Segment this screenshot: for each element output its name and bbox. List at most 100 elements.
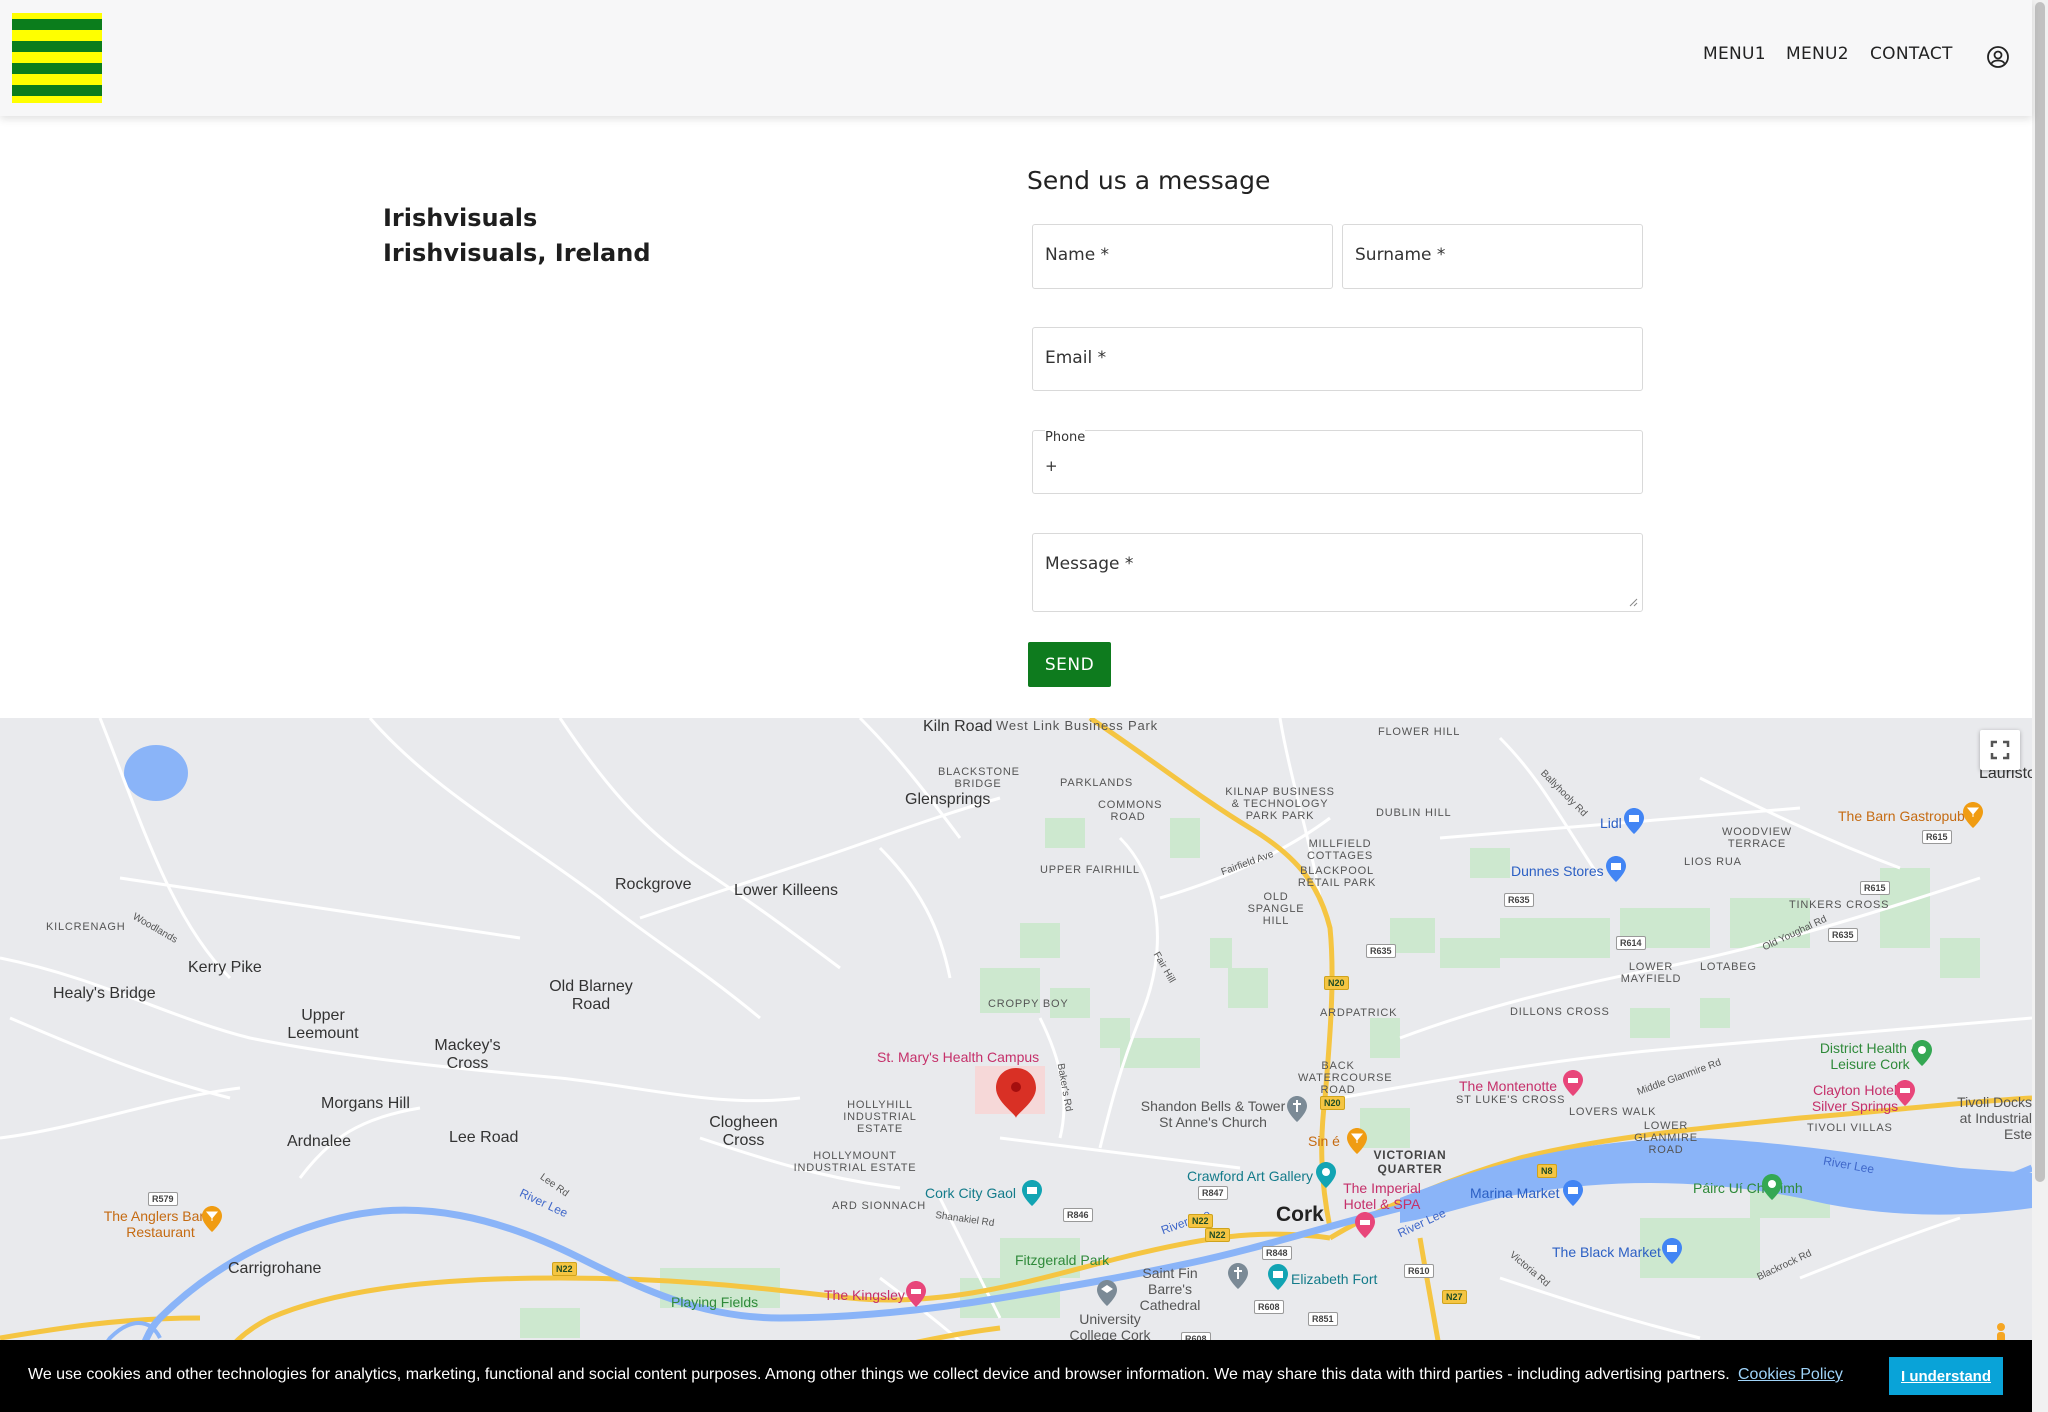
fullscreen-icon (1990, 740, 2010, 760)
map-poi-label[interactable]: Crawford Art Gallery (1187, 1168, 1313, 1184)
hotel-icon[interactable] (1563, 1070, 1583, 1096)
map-label: ARDPATRICK (1320, 1007, 1398, 1019)
map-poi-label[interactable]: The Kingsley (824, 1287, 905, 1303)
road-shield: N22 (552, 1262, 577, 1276)
phone-value: + (1045, 457, 1058, 475)
nav-contact[interactable]: CONTACT (1870, 44, 1953, 64)
shopping-bag-icon[interactable] (1606, 856, 1626, 882)
stadium-icon[interactable] (1762, 1174, 1782, 1200)
road-shield: R610 (1404, 1264, 1434, 1278)
map-label: KILNAP BUSINESS & TECHNOLOGY PARK PARK (1225, 786, 1335, 822)
bar-icon[interactable] (202, 1206, 222, 1232)
map-label: Healy's Bridge (53, 985, 156, 1002)
shopping-cart-icon[interactable] (1624, 808, 1644, 834)
map-poi-label[interactable]: The Montenotte (1459, 1078, 1557, 1094)
map-label: Upper Leemount (287, 1007, 359, 1042)
leisure-icon[interactable] (1912, 1040, 1932, 1066)
church-icon[interactable] (1287, 1096, 1307, 1122)
page-scrollbar[interactable] (2032, 0, 2048, 1412)
map-label: LOWER MAYFIELD (1620, 961, 1682, 985)
resize-grip-icon[interactable] (1628, 597, 1638, 607)
email-field[interactable]: Email * (1032, 327, 1643, 391)
road-shield: N22 (1188, 1214, 1213, 1228)
map-poi-label[interactable]: University College Cork (1060, 1311, 1160, 1343)
map-poi-label[interactable]: The Barn Gastropub (1838, 808, 1965, 824)
map-poi-label[interactable]: Lidl (1600, 815, 1622, 831)
cookie-message: We use cookies and other technologies fo… (28, 1366, 1730, 1383)
map-label: DILLONS CROSS (1510, 1006, 1610, 1018)
map-poi-label[interactable]: Playing Fields (671, 1294, 758, 1310)
museum-icon[interactable] (1022, 1180, 1042, 1206)
gallery-icon[interactable] (1316, 1162, 1336, 1188)
send-button[interactable]: SEND (1028, 642, 1111, 687)
map-label: COMMONS ROAD (1098, 799, 1163, 823)
map-label: VICTORIAN QUARTER (1373, 1148, 1447, 1176)
bar-icon[interactable] (1347, 1128, 1367, 1154)
church-icon[interactable] (1228, 1263, 1248, 1289)
map-poi-label[interactable]: Fitzgerald Park (1015, 1252, 1109, 1268)
name-field[interactable]: Name * (1032, 224, 1333, 289)
map-poi-label[interactable]: Sin é (1308, 1133, 1340, 1149)
hotel-icon[interactable] (1895, 1080, 1915, 1106)
surname-field[interactable]: Surname * (1342, 224, 1643, 289)
map-poi-label[interactable]: Cork City Gaol (925, 1185, 1016, 1201)
map-label: UPPER FAIRHILL (1040, 864, 1140, 876)
nav-menu2[interactable]: MENU2 (1786, 44, 1849, 64)
map-poi-label[interactable]: Tivoli Docks at Industrial Este (1952, 1094, 2032, 1142)
map-label: Rockgrove (615, 876, 692, 893)
user-account-icon[interactable] (1986, 45, 2010, 69)
map-poi-label[interactable]: The Black Market (1552, 1244, 1661, 1260)
map-poi-label[interactable]: The Imperial Hotel & SPA (1337, 1180, 1427, 1212)
hotel-icon[interactable] (1355, 1212, 1375, 1238)
road-shield: R614 (1616, 936, 1646, 950)
map-label: FLOWER HILL (1378, 726, 1461, 738)
hotel-icon[interactable] (906, 1281, 926, 1307)
cookie-accept-button[interactable]: I understand (1889, 1357, 2003, 1395)
site-header: MENU1 MENU2 CONTACT (0, 0, 2032, 116)
road-shield: R848 (1262, 1246, 1292, 1260)
location-map[interactable]: Kiln Road Glensprings Rockgrove Lower Ki… (0, 718, 2032, 1412)
map-poi-label[interactable]: Shandon Bells & Tower St Anne's Church (1138, 1098, 1288, 1130)
road-shield: R846 (1063, 1208, 1093, 1222)
road-shield: N27 (1442, 1290, 1467, 1304)
site-logo[interactable] (12, 13, 102, 103)
road-shield: N8 (1537, 1164, 1557, 1178)
map-poi-label[interactable]: Clayton Hotel Silver Springs (1805, 1082, 1905, 1114)
shopping-icon[interactable] (1563, 1180, 1583, 1206)
bar-icon[interactable] (1963, 802, 1983, 828)
map-label: West Link Business Park (996, 718, 1158, 733)
map-label: PARKLANDS (1060, 777, 1134, 789)
email-placeholder: Email * (1045, 348, 1107, 368)
nav-menu1[interactable]: MENU1 (1703, 44, 1766, 64)
map-poi-label[interactable]: Páirc Uí Chaoimh (1693, 1180, 1803, 1196)
shopping-icon[interactable] (1662, 1238, 1682, 1264)
map-label: Lee Road (449, 1129, 519, 1146)
map-label: KILCRENAGH (46, 921, 126, 933)
map-poi-label[interactable]: Marina Market (1470, 1185, 1559, 1201)
cookies-policy-link[interactable]: Cookies Policy (1738, 1366, 1843, 1384)
road-shield: R615 (1860, 881, 1890, 895)
fort-icon[interactable] (1268, 1264, 1288, 1290)
map-label: Clogheen Cross (709, 1114, 778, 1149)
map-label: LIOS RUA (1684, 856, 1742, 868)
map-label: Mackey's Cross (434, 1037, 501, 1072)
map-label: DUBLIN HILL (1376, 807, 1452, 819)
road-shield: R847 (1198, 1186, 1228, 1200)
map-poi-label[interactable]: District Health & Leisure Cork (1815, 1040, 1925, 1072)
map-label: Lower Killeens (734, 882, 839, 899)
map-label: LOTABEG (1700, 961, 1757, 973)
phone-label: Phone (1045, 430, 1086, 445)
map-poi-label[interactable]: Saint Fin Barre's Cathedral (1120, 1265, 1220, 1313)
phone-field[interactable]: Phone + (1032, 430, 1643, 494)
map-label: TIVOLI VILLAS (1807, 1122, 1893, 1134)
company-name: Irishvisuals (383, 204, 538, 232)
road-shield: R635 (1366, 944, 1396, 958)
scrollbar-thumb[interactable] (2035, 2, 2045, 1182)
map-poi-label[interactable]: Dunnes Stores (1511, 863, 1604, 879)
map-fullscreen-button[interactable] (1980, 730, 2020, 770)
message-field[interactable]: Message * (1032, 533, 1643, 612)
university-icon[interactable] (1097, 1280, 1117, 1306)
map-poi-label[interactable]: Elizabeth Fort (1291, 1271, 1377, 1287)
map-label: BLACKPOOL RETAIL PARK (1297, 865, 1377, 889)
map-poi-label[interactable]: St. Mary's Health Campus (877, 1049, 1039, 1065)
